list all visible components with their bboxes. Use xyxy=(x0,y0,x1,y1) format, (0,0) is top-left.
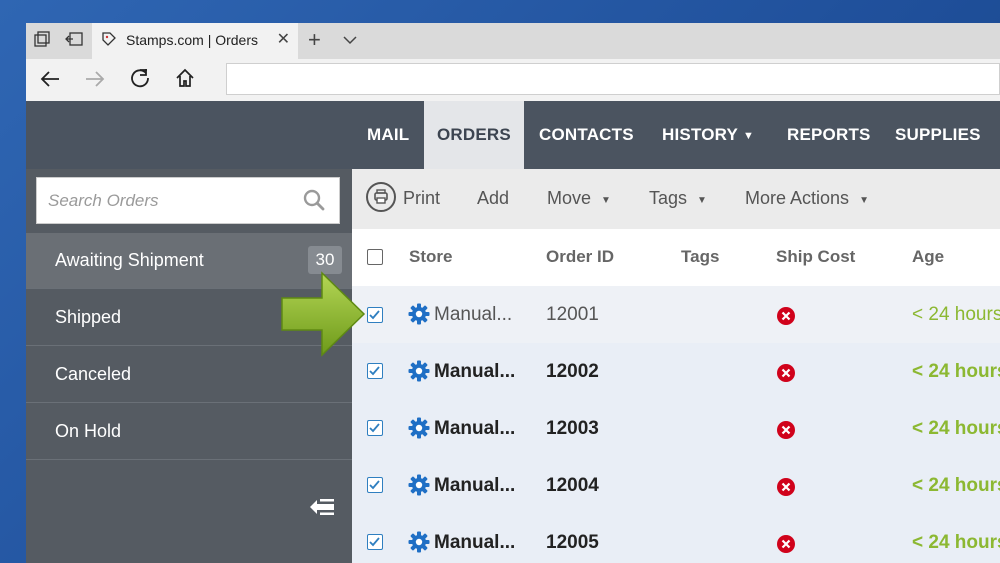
store-cell: Manual... xyxy=(434,418,516,439)
back-icon[interactable] xyxy=(38,67,62,97)
nav-history[interactable]: HISTORY ▼ xyxy=(662,101,754,169)
gear-icon[interactable] xyxy=(408,531,430,558)
tab-switcher-icon[interactable] xyxy=(32,31,52,51)
nav-history-label: HISTORY xyxy=(662,125,739,144)
error-icon xyxy=(776,306,796,331)
sidebar-item-label: Canceled xyxy=(55,364,132,384)
table-header: Store Order ID Tags Ship Cost Age xyxy=(352,229,1000,287)
column-store[interactable]: Store xyxy=(409,247,452,267)
toolbar: Print Add Move ▼ Tags ▼ More Actions ▼ xyxy=(352,169,1000,229)
chevron-down-icon: ▼ xyxy=(601,195,611,206)
nav-reports[interactable]: REPORTS xyxy=(787,101,871,169)
more-actions-label: More Actions xyxy=(745,188,850,208)
row-checkbox[interactable] xyxy=(367,307,383,323)
chevron-down-icon: ▼ xyxy=(697,195,707,206)
store-cell: Manual... xyxy=(434,532,516,553)
print-icon[interactable] xyxy=(366,182,396,212)
table-row[interactable]: Manual... 12005 < 24 hours xyxy=(352,514,1000,563)
tab-strip: Stamps.com | Orders ✕ + xyxy=(26,23,1000,59)
nav-orders[interactable]: ORDERS xyxy=(424,101,524,169)
store-cell: Manual... xyxy=(434,475,516,496)
app-top-nav: MAIL ORDERS CONTACTS HISTORY ▼ REPORTS SU… xyxy=(26,101,1000,169)
forward-icon[interactable] xyxy=(83,67,107,97)
browser-nav-bar xyxy=(26,59,1000,101)
order-id-cell: 12005 xyxy=(546,532,599,553)
chevron-down-icon: ▼ xyxy=(743,130,755,142)
table-row[interactable]: Manual... 12003 < 24 hours xyxy=(352,400,1000,457)
store-cell: Manual... xyxy=(434,361,516,382)
move-label: Move xyxy=(547,188,592,208)
sidebar-item-label: Awaiting Shipment xyxy=(55,250,204,270)
stamps-favicon-icon xyxy=(100,31,118,49)
print-button[interactable]: Print xyxy=(403,188,440,209)
row-checkbox[interactable] xyxy=(367,420,383,436)
age-cell: < 24 hours xyxy=(912,418,1000,439)
search-orders-input[interactable]: Search Orders xyxy=(36,177,340,224)
store-cell: Manual... xyxy=(434,304,513,325)
nav-supplies[interactable]: SUPPLIES xyxy=(895,101,981,169)
search-icon[interactable] xyxy=(303,189,325,216)
nav-contacts[interactable]: CONTACTS xyxy=(539,101,634,169)
green-arrow-icon xyxy=(280,271,366,362)
sidebar: Search Orders Awaiting Shipment 30 Shipp… xyxy=(26,169,352,563)
home-icon[interactable] xyxy=(174,67,196,95)
more-actions-button[interactable]: More Actions ▼ xyxy=(745,188,869,209)
new-tab-icon[interactable]: + xyxy=(308,29,321,51)
sidebar-item-on-hold[interactable]: On Hold xyxy=(26,404,352,460)
gear-icon[interactable] xyxy=(408,303,430,330)
age-cell: < 24 hours xyxy=(912,361,1000,382)
column-tags[interactable]: Tags xyxy=(681,247,719,267)
row-checkbox[interactable] xyxy=(367,534,383,550)
gear-icon[interactable] xyxy=(408,474,430,501)
table-row[interactable]: Manual... 12001 < 24 hours xyxy=(352,286,1000,343)
tags-button[interactable]: Tags ▼ xyxy=(649,188,707,209)
age-cell: < 24 hours xyxy=(912,304,1000,325)
error-icon xyxy=(776,477,796,502)
move-button[interactable]: Move ▼ xyxy=(547,188,611,209)
gear-icon[interactable] xyxy=(408,417,430,444)
chevron-down-icon: ▼ xyxy=(859,195,869,206)
address-bar[interactable] xyxy=(226,63,1000,95)
gear-icon[interactable] xyxy=(408,360,430,387)
refresh-icon[interactable] xyxy=(128,67,152,97)
column-age[interactable]: Age xyxy=(912,247,944,267)
error-icon xyxy=(776,534,796,559)
order-id-cell: 12002 xyxy=(546,361,599,382)
chevron-down-icon[interactable] xyxy=(342,29,358,51)
add-button[interactable]: Add xyxy=(477,188,509,209)
order-id-cell: 12003 xyxy=(546,418,599,439)
age-cell: < 24 hours xyxy=(912,532,1000,553)
order-id-cell: 12001 xyxy=(546,304,599,325)
error-icon xyxy=(776,363,796,388)
row-checkbox[interactable] xyxy=(367,477,383,493)
error-icon xyxy=(776,420,796,445)
sidebar-item-label: Shipped xyxy=(55,307,122,327)
nav-mail[interactable]: MAIL xyxy=(367,101,409,169)
row-checkbox[interactable] xyxy=(367,363,383,379)
column-order-id[interactable]: Order ID xyxy=(546,247,614,267)
tab-title: Stamps.com | Orders xyxy=(126,32,259,48)
table-row[interactable]: Manual... 12004 < 24 hours xyxy=(352,457,1000,514)
set-aside-tabs-icon[interactable] xyxy=(64,31,84,51)
collapse-sidebar-icon[interactable] xyxy=(308,497,336,522)
table-row[interactable]: Manual... 12002 < 24 hours xyxy=(352,343,1000,400)
search-placeholder: Search Orders xyxy=(48,191,159,210)
orders-panel: Print Add Move ▼ Tags ▼ More Actions ▼ S… xyxy=(352,169,1000,563)
browser-window: Stamps.com | Orders ✕ + MAIL ORDERS CONT… xyxy=(26,23,1000,563)
sidebar-item-label: On Hold xyxy=(55,421,122,441)
column-ship-cost[interactable]: Ship Cost xyxy=(776,247,855,267)
tags-label: Tags xyxy=(649,188,688,208)
order-id-cell: 12004 xyxy=(546,475,599,496)
close-tab-icon[interactable]: ✕ xyxy=(277,30,290,50)
select-all-checkbox[interactable] xyxy=(367,249,383,265)
age-cell: < 24 hours xyxy=(912,475,1000,496)
browser-tab[interactable]: Stamps.com | Orders ✕ xyxy=(92,23,298,59)
count-badge: 30 xyxy=(308,246,342,274)
